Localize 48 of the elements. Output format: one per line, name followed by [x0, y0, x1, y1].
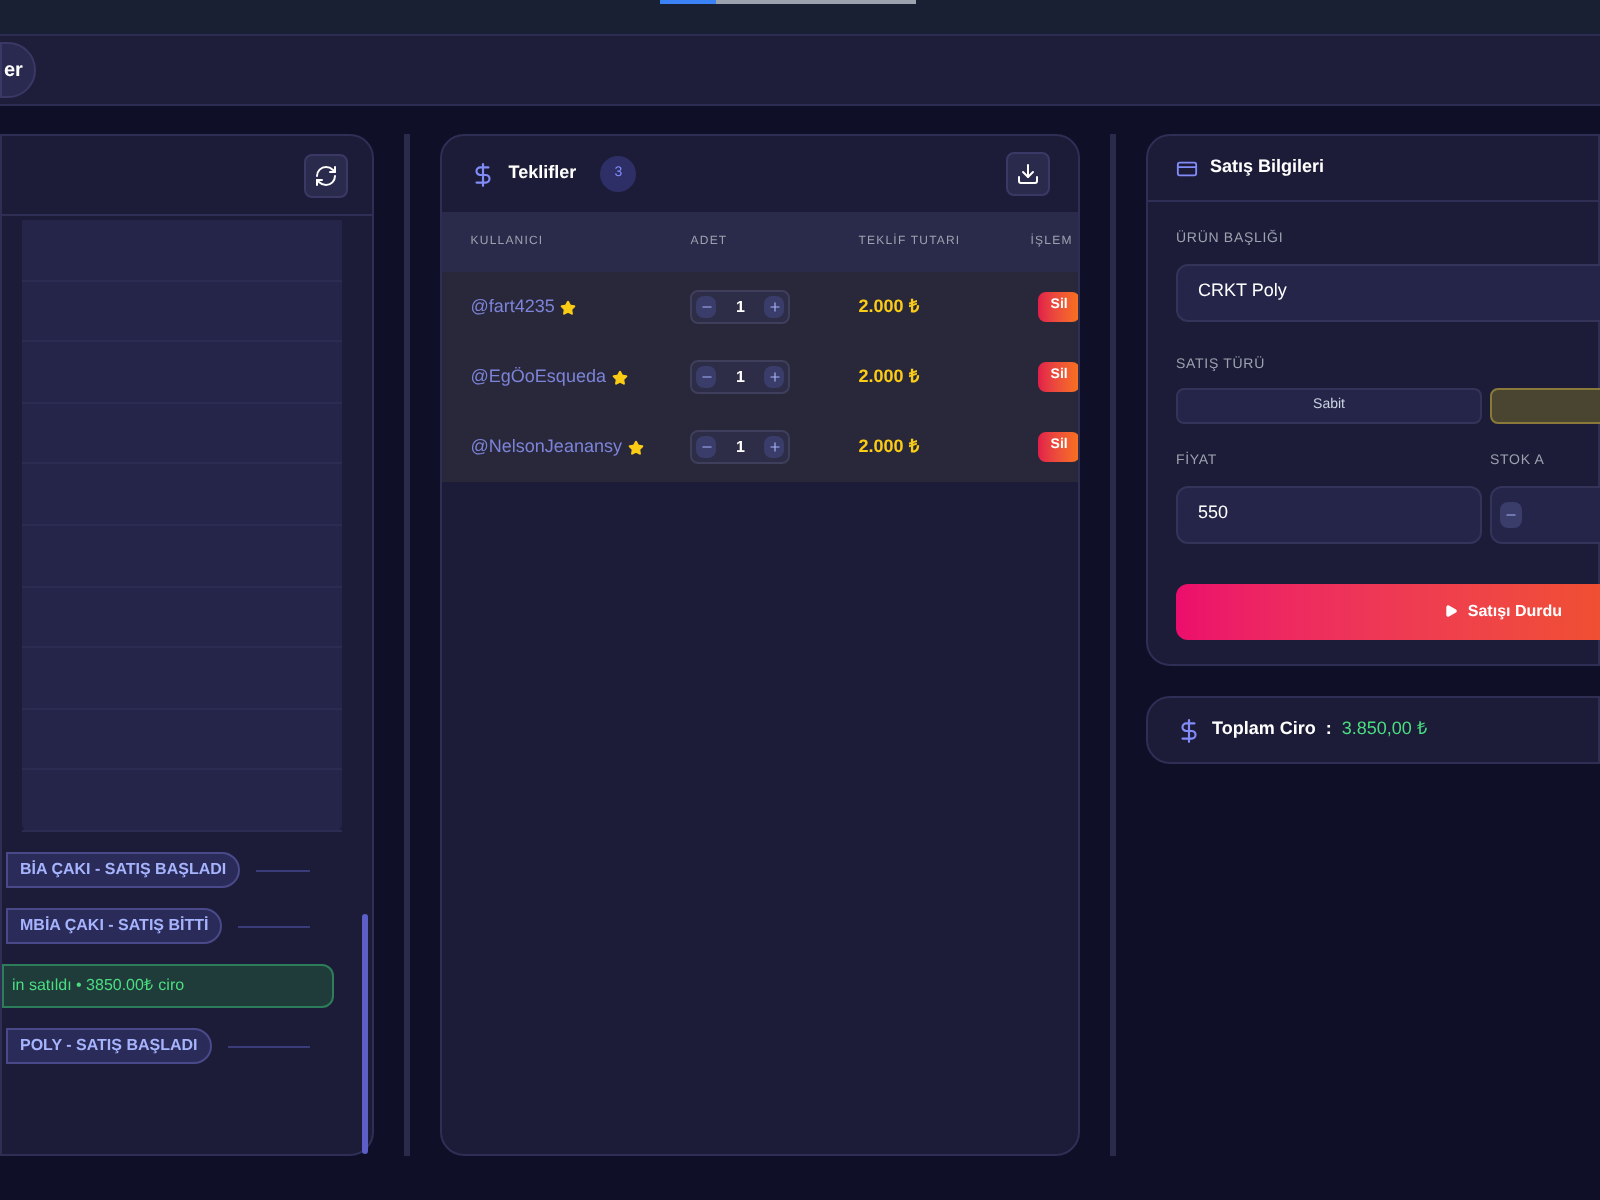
minus-icon [699, 370, 714, 384]
refresh-button[interactable] [304, 153, 349, 197]
minus-icon [699, 440, 714, 454]
event-pill: POLY - SATIŞ BAŞLADI [6, 1028, 212, 1064]
minus-button[interactable] [696, 366, 717, 388]
card-icon [1176, 157, 1199, 179]
quantity-value: 1 [736, 365, 745, 389]
total-label: Toplam Ciro [1212, 716, 1316, 743]
panel-title: Teklifler [508, 160, 577, 187]
total-value: 3.850,00 ₺ [1341, 716, 1427, 743]
minus-button[interactable] [696, 296, 717, 318]
sale-type-option[interactable] [1490, 388, 1600, 424]
price-field[interactable]: 550 [1176, 485, 1483, 543]
offer-amount: 2.000 ₺ [858, 293, 921, 320]
plus-button[interactable] [764, 436, 785, 458]
quantity-stepper[interactable]: 1 [690, 430, 791, 464]
minus-button[interactable] [1500, 501, 1523, 527]
play-icon [1443, 604, 1458, 618]
download-icon [1016, 162, 1041, 186]
plus-icon [767, 440, 782, 454]
dollar-icon [470, 161, 497, 187]
plus-icon [767, 300, 782, 314]
username: @EgÖoEsqueda [470, 363, 606, 390]
separator: : [1325, 716, 1332, 743]
stop-sale-button[interactable]: Satışı Durdu [1176, 583, 1600, 639]
username: @fart4235 [470, 293, 555, 320]
plus-button[interactable] [764, 366, 785, 388]
plus-button[interactable] [764, 296, 785, 318]
minus-button[interactable] [696, 436, 717, 458]
offer-amount: 2.000 ₺ [858, 433, 921, 460]
quantity-stepper[interactable]: 1 [690, 290, 791, 324]
filter-chip[interactable]: er [0, 42, 37, 98]
refresh-icon [314, 163, 339, 187]
minus-icon [699, 300, 714, 314]
stock-field[interactable] [1490, 485, 1600, 543]
quantity-value: 1 [736, 295, 745, 319]
panel-title: Satış Bilgileri [1210, 154, 1325, 181]
username: @NelsonJeanansy [470, 433, 622, 460]
plus-icon [767, 370, 782, 384]
offer-amount: 2.000 ₺ [858, 363, 921, 390]
event-pill: BİA ÇAKI - SATIŞ BAŞLADI [6, 852, 241, 888]
event-pill: MBİA ÇAKI - SATIŞ BİTTİ [6, 908, 223, 944]
quantity-value: 1 [736, 435, 745, 459]
product-title-field[interactable]: CRKT Poly [1176, 263, 1600, 321]
sale-complete-notice: in satıldı • 3850.00₺ ciro [2, 964, 335, 1008]
dollar-icon [1176, 717, 1203, 743]
quantity-stepper[interactable]: 1 [690, 360, 791, 394]
download-button[interactable] [1006, 152, 1051, 196]
